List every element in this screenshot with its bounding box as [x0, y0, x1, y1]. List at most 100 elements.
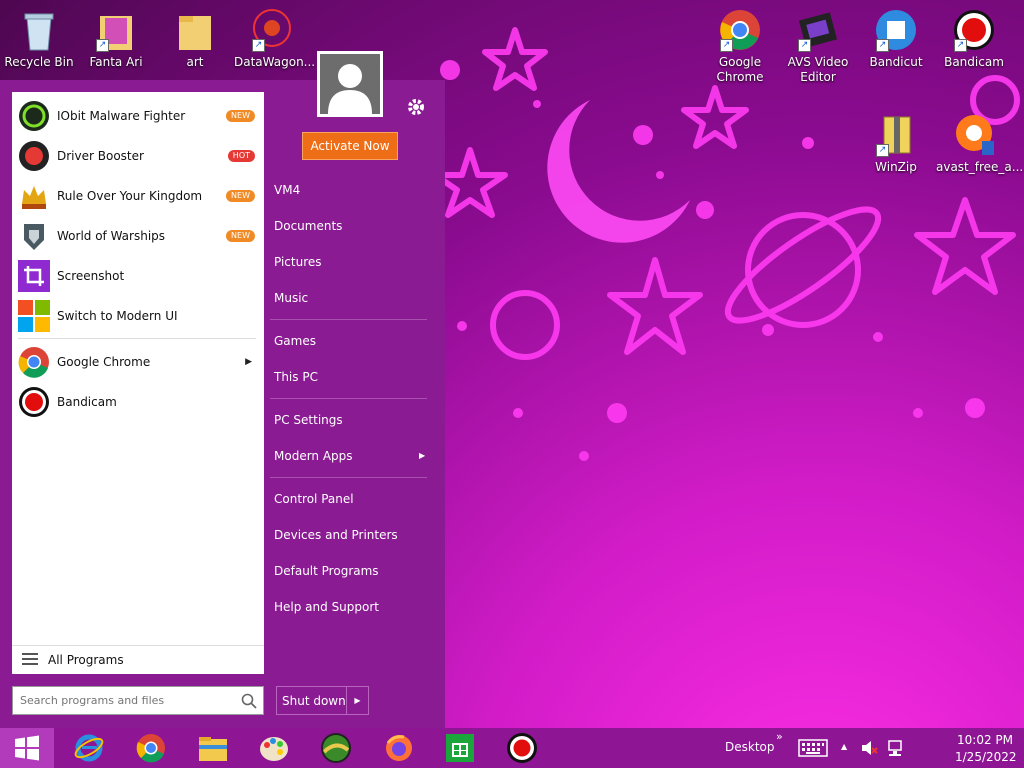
shortcut-arrow-icon: ↗	[876, 144, 889, 157]
kingdom-icon	[18, 180, 50, 212]
screenshot-crop-icon	[18, 260, 50, 292]
link-pictures[interactable]: Pictures	[274, 255, 322, 269]
all-programs-button[interactable]: All Programs	[12, 645, 264, 674]
touch-keyboard-icon[interactable]	[798, 739, 828, 760]
volume-muted-icon[interactable]	[860, 740, 878, 759]
avs-video-editor-icon: ↗	[796, 8, 840, 52]
link-default-programs[interactable]: Default Programs	[274, 564, 379, 578]
taskbar-bandicam[interactable]	[492, 728, 552, 768]
avast-icon	[952, 113, 996, 157]
clock-time[interactable]: 10:02 PM	[957, 733, 1013, 747]
program-item-driver-booster[interactable]: Driver Booster HOT	[12, 136, 264, 176]
game-app-icon	[321, 733, 351, 763]
program-item-screenshot[interactable]: Screenshot	[12, 256, 264, 296]
taskbar-game-app[interactable]	[306, 728, 366, 768]
link-music[interactable]: Music	[274, 291, 308, 305]
separator	[270, 319, 427, 320]
toolbar-overflow-chevron[interactable]: »	[776, 730, 783, 743]
taskbar: Desktop » ▲ 10:02 PM 1/25/2022	[0, 728, 1024, 768]
shut-down-label: Shut down	[282, 693, 346, 708]
shortcut-arrow-icon: ↗	[720, 39, 733, 52]
user-avatar[interactable]	[317, 51, 383, 117]
shortcut-arrow-icon: ↗	[798, 39, 811, 52]
program-label: Rule Over Your Kingdom	[57, 189, 203, 203]
all-programs-label: All Programs	[48, 653, 124, 667]
desktop-icon-fanta-ari[interactable]: ↗ Fanta Ari	[78, 8, 154, 70]
shut-down-button[interactable]: Shut down ▶	[276, 686, 369, 715]
firefox-icon	[386, 735, 412, 761]
winzip-icon: ↗	[874, 113, 918, 157]
network-icon[interactable]	[886, 739, 904, 760]
activate-now-button[interactable]: Activate Now	[302, 132, 398, 160]
program-item-switch-to-modern-ui[interactable]: Switch to Modern UI	[12, 296, 264, 336]
program-label: Switch to Modern UI	[57, 309, 178, 323]
taskbar-chrome[interactable]	[121, 728, 181, 768]
link-documents[interactable]: Documents	[274, 219, 342, 233]
desktop-icon-art[interactable]: art	[157, 8, 233, 70]
program-label: IObit Malware Fighter	[57, 109, 186, 123]
file-explorer-icon	[199, 737, 227, 761]
desktop-icon-google-chrome[interactable]: ↗ Google Chrome	[702, 8, 778, 85]
program-label: World of Warships	[57, 229, 166, 243]
link-devices-and-printers[interactable]: Devices and Printers	[274, 528, 398, 542]
desktop-icon-recycle-bin[interactable]: Recycle Bin	[1, 8, 77, 70]
hot-badge: HOT	[227, 150, 255, 162]
driver-booster-icon	[18, 140, 50, 172]
search-box[interactable]	[12, 686, 264, 715]
desktop-toolbar-label[interactable]: Desktop	[725, 740, 775, 754]
link-games[interactable]: Games	[274, 334, 316, 348]
link-control-panel[interactable]: Control Panel	[274, 492, 354, 506]
paint-palette-icon	[260, 737, 288, 761]
desktop-icon-bandicut[interactable]: ↗ Bandicut	[858, 8, 934, 70]
new-badge: NEW	[226, 230, 255, 242]
separator	[270, 477, 427, 478]
shortcut-arrow-icon: ↗	[954, 39, 967, 52]
desktop-icon-datawagon[interactable]: ↗ DataWagon...	[234, 8, 315, 70]
link-this-pc[interactable]: This PC	[274, 370, 318, 384]
folder-icon: ↗	[94, 8, 138, 52]
submenu-arrow-icon[interactable]: ▶	[245, 357, 252, 367]
bandicam-icon	[507, 733, 537, 763]
datawagon-icon: ↗	[250, 8, 294, 52]
search-icon[interactable]	[241, 693, 257, 709]
submenu-arrow-icon[interactable]: ▶	[419, 451, 425, 460]
new-badge: NEW	[226, 190, 255, 202]
hamburger-icon	[22, 652, 38, 668]
chrome-icon	[18, 346, 50, 378]
program-item-rule-over-your-kingdom[interactable]: Rule Over Your Kingdom NEW	[12, 176, 264, 216]
start-button[interactable]	[0, 728, 54, 768]
taskbar-store[interactable]	[430, 728, 490, 768]
desktop-icon-winzip[interactable]: ↗ WinZip	[858, 113, 934, 175]
program-item-google-chrome[interactable]: Google Chrome ▶	[12, 342, 264, 382]
shut-down-options-arrow-icon[interactable]: ▶	[346, 687, 368, 714]
recycle-bin-icon	[17, 8, 61, 52]
search-input[interactable]	[20, 694, 241, 707]
desktop-icon-avs-video-editor[interactable]: ↗ AVS Video Editor	[780, 8, 856, 85]
taskbar-file-explorer[interactable]	[183, 728, 243, 768]
link-pc-settings[interactable]: PC Settings	[274, 413, 343, 427]
program-item-iobit[interactable]: IObit Malware Fighter NEW	[12, 96, 264, 136]
internet-explorer-icon	[74, 734, 104, 762]
link-help-and-support[interactable]: Help and Support	[274, 600, 379, 614]
chrome-icon	[136, 734, 165, 763]
separator	[270, 398, 427, 399]
desktop-icon-bandicam[interactable]: ↗ Bandicam	[936, 8, 1012, 70]
program-item-bandicam[interactable]: Bandicam	[12, 382, 264, 422]
clock-date[interactable]: 1/25/2022	[955, 750, 1017, 764]
desktop-icon-avast[interactable]: avast_free_a...	[936, 113, 1023, 175]
settings-gear-icon[interactable]	[405, 96, 427, 118]
shortcut-arrow-icon: ↗	[96, 39, 109, 52]
bandicam-icon	[18, 386, 50, 418]
link-vm4[interactable]: VM4	[274, 183, 300, 197]
link-modern-apps[interactable]: Modern Apps	[274, 449, 353, 463]
taskbar-paint[interactable]	[244, 728, 304, 768]
taskbar-firefox[interactable]	[369, 728, 429, 768]
show-hidden-icons-arrow-icon[interactable]: ▲	[841, 742, 847, 751]
program-label: Google Chrome	[57, 355, 151, 369]
program-item-world-of-warships[interactable]: World of Warships NEW	[12, 216, 264, 256]
taskbar-internet-explorer[interactable]	[59, 728, 119, 768]
shortcut-arrow-icon: ↗	[252, 39, 265, 52]
store-icon	[446, 734, 474, 762]
program-label: Screenshot	[57, 269, 125, 283]
warships-icon	[18, 220, 50, 252]
